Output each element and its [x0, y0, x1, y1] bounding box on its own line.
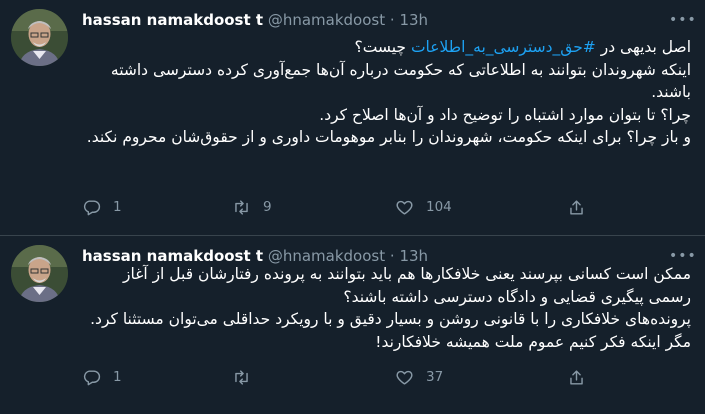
tweet-line: اینکه شهروندان بتوانند به اطلاعاتی که حک…: [110, 60, 691, 102]
heart-icon: [395, 368, 414, 387]
tweet-line: چرا؟ تا بتوان موارد اشتباه را توضیح داد …: [319, 105, 691, 124]
share-icon: [567, 368, 586, 387]
hashtag-link[interactable]: #حق_دسترسی_به_اطلاعات: [411, 38, 596, 56]
retweet-icon: [232, 198, 251, 217]
reply-count: 1: [113, 369, 122, 385]
reply-count: 1: [113, 199, 122, 215]
share-icon: [567, 198, 586, 217]
retweet-icon: [232, 368, 251, 387]
like-count: 37: [426, 369, 444, 385]
tweet-header: hassan namakdoost t @hnamakdoost · 13h: [82, 10, 655, 30]
avatar[interactable]: [11, 9, 68, 66]
tweet[interactable]: hassan namakdoost t @hnamakdoost · 13h •…: [0, 0, 705, 236]
like-button[interactable]: 37: [395, 366, 443, 388]
retweet-count: 9: [263, 199, 272, 215]
timeline-feed: hassan namakdoost t @hnamakdoost · 13h •…: [0, 0, 705, 414]
tweet-line: اصل بدیهی در #حق_دسترسی_به_اطلاعات چیست؟: [82, 36, 691, 59]
more-icon[interactable]: •••: [669, 12, 696, 28]
like-button[interactable]: 104: [395, 196, 452, 218]
tweet-time[interactable]: 13h: [399, 11, 428, 29]
reply-icon: [82, 198, 101, 217]
reply-button[interactable]: 1: [82, 366, 122, 388]
tweet[interactable]: hassan namakdoost t @hnamakdoost · 13h •…: [0, 236, 705, 414]
tweet-text: اصل بدیهی در #حق_دسترسی_به_اطلاعات چیست؟…: [82, 36, 691, 149]
share-button[interactable]: [567, 196, 586, 218]
tweet-line: ممکن است کسانی بپرسند یعنی خلافکارها هم …: [123, 265, 691, 306]
like-count: 104: [426, 199, 452, 215]
author-name[interactable]: hassan namakdoost t: [82, 11, 263, 29]
tweet-actions: 1 9 104: [82, 196, 691, 218]
tweet-actions: 1 37: [82, 366, 691, 388]
reply-icon: [82, 368, 101, 387]
share-button[interactable]: [567, 366, 586, 388]
heart-icon: [395, 198, 414, 217]
tweet-text-prefix: اصل بدیهی در: [595, 38, 691, 56]
retweet-button[interactable]: [232, 366, 263, 388]
author-handle[interactable]: @hnamakdoost: [268, 11, 385, 29]
more-icon[interactable]: •••: [669, 248, 696, 264]
avatar[interactable]: [11, 245, 68, 302]
tweet-text: ممکن است کسانی بپرسند یعنی خلافکارها هم …: [82, 263, 691, 353]
tweet-text-suffix: چیست؟: [354, 38, 411, 56]
reply-button[interactable]: 1: [82, 196, 122, 218]
tweet-line: پرونده‌های خلافکاری را با قانونی روشن و …: [90, 310, 691, 351]
header-separator: ·: [389, 11, 395, 29]
tweet-line: و باز چرا؟ برای اینکه حکومت، شهروندان را…: [86, 128, 691, 146]
retweet-button[interactable]: 9: [232, 196, 272, 218]
